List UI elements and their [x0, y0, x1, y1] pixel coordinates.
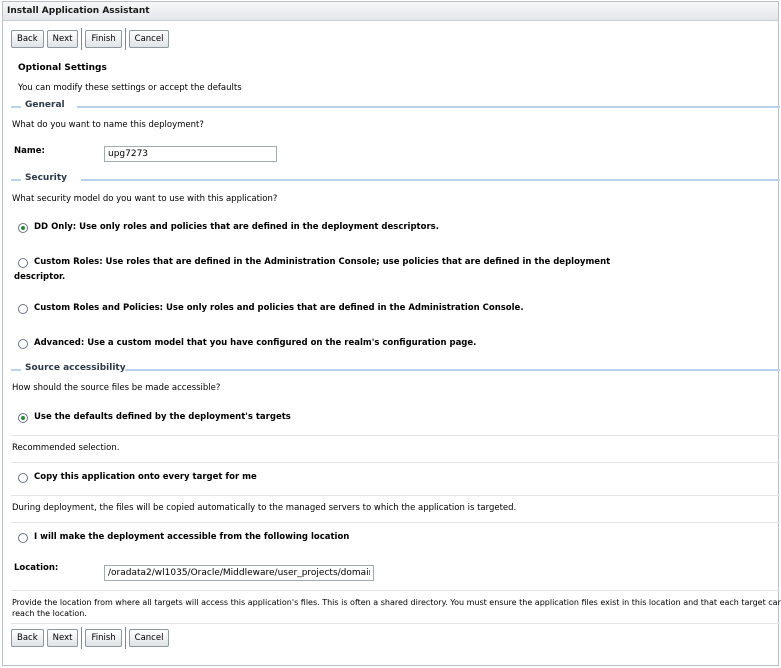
name-input[interactable]: [104, 146, 277, 162]
divider: [11, 623, 780, 624]
source-option-location-radio[interactable]: [18, 533, 28, 543]
source-option-defaults-radio[interactable]: [18, 413, 28, 423]
back-button[interactable]: Back: [11, 30, 44, 48]
source-option-copy-radio[interactable]: [18, 473, 28, 483]
source-option-defaults-label: Use the defaults defined by the deployme…: [34, 412, 291, 422]
install-assistant-frame: Install Application Assistant Back Next …: [2, 1, 781, 666]
button-separator: [124, 28, 126, 50]
source-option-copy-label: Copy this application onto every target …: [34, 472, 257, 482]
general-question: What do you want to name this deployment…: [12, 120, 204, 130]
security-section-header: Security: [11, 173, 780, 185]
general-section-label: General: [23, 100, 67, 110]
finish-button[interactable]: Finish: [85, 30, 122, 48]
next-button[interactable]: Next: [46, 30, 79, 48]
source-accessibility-question: How should the source files be made acce…: [12, 383, 221, 393]
security-section-label: Security: [23, 173, 70, 183]
security-option-dd-only-radio[interactable]: [18, 223, 28, 233]
location-help-line2: reach the location.: [12, 609, 87, 618]
title-bar: Install Application Assistant: [3, 2, 778, 21]
divider: [11, 522, 780, 523]
location-input[interactable]: [104, 565, 374, 581]
divider: [11, 462, 780, 463]
source-option-defaults-note: Recommended selection.: [12, 443, 120, 453]
next-button[interactable]: Next: [46, 629, 79, 647]
security-option-custom-roles-label: Custom Roles: Use roles that are defined…: [34, 257, 611, 267]
divider: [11, 435, 780, 436]
button-separator: [81, 28, 83, 50]
button-separator: [81, 627, 83, 649]
cancel-button[interactable]: Cancel: [128, 629, 170, 647]
source-accessibility-section-label: Source accessibility: [23, 363, 128, 373]
security-option-custom-roles-policies-radio[interactable]: [18, 304, 28, 314]
security-option-advanced-label: Advanced: Use a custom model that you ha…: [34, 338, 477, 348]
location-help-line1: Provide the location from where all targ…: [12, 598, 781, 607]
security-option-custom-roles-radio[interactable]: [18, 258, 28, 268]
cancel-button[interactable]: Cancel: [128, 30, 170, 48]
back-button[interactable]: Back: [11, 629, 44, 647]
name-label: Name:: [14, 146, 45, 156]
divider: [11, 495, 780, 496]
security-option-custom-roles-policies-label: Custom Roles and Policies: Use only role…: [34, 303, 524, 313]
top-button-bar: Back Next Finish Cancel: [11, 28, 172, 50]
finish-button[interactable]: Finish: [85, 629, 122, 647]
source-accessibility-section-header: Source accessibility: [11, 363, 780, 375]
optional-settings-heading: Optional Settings: [18, 63, 107, 73]
security-option-custom-roles-label-cont: descriptor.: [14, 272, 66, 282]
window-title: Install Application Assistant: [7, 6, 150, 16]
button-separator: [124, 627, 126, 649]
bottom-button-bar: Back Next Finish Cancel: [11, 627, 172, 649]
security-question: What security model do you want to use w…: [12, 194, 278, 204]
security-option-dd-only-label: DD Only: Use only roles and policies tha…: [34, 222, 439, 232]
optional-settings-description: You can modify these settings or accept …: [18, 83, 242, 93]
security-option-advanced-radio[interactable]: [18, 339, 28, 349]
divider: [11, 590, 780, 591]
general-section-header: General: [11, 100, 780, 112]
source-option-copy-note: During deployment, the files will be cop…: [12, 503, 517, 513]
source-option-location-label: I will make the deployment accessible fr…: [34, 532, 350, 542]
location-label: Location:: [14, 563, 59, 573]
